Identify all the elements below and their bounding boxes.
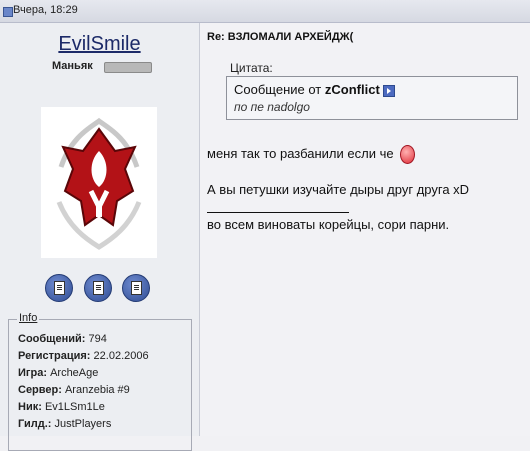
info-value: 22.02.2006 xyxy=(93,350,149,362)
profile-button[interactable] xyxy=(122,274,150,302)
info-label: Ник: xyxy=(18,401,42,413)
horde-emblem-icon xyxy=(41,107,157,258)
post-title: Re: ВЗЛОМАЛИ АРХЕЙДЖ( xyxy=(207,31,354,43)
signature-text: во всем виноваты корейцы, сори парни. xyxy=(207,217,450,232)
signature-divider xyxy=(207,212,349,213)
quote-icon xyxy=(93,281,104,295)
message-line-1: меня так то разбанили если че xyxy=(207,145,415,164)
info-value: JustPlayers xyxy=(54,418,112,430)
message-text: меня так то разбанили если че xyxy=(207,145,394,161)
info-row-server: Сервер: Aranzebia #9 xyxy=(18,384,130,396)
message-line-2: А вы петушки изучайте дыры друг друга xD xyxy=(207,182,470,197)
smiley-icon xyxy=(399,145,415,164)
post-date: Вчера, 18:29 xyxy=(13,4,78,16)
pm-button[interactable] xyxy=(45,274,73,302)
quote-button[interactable] xyxy=(84,274,112,302)
info-label: Игра: xyxy=(18,367,47,379)
post-header-bar: Вчера, 18:29 xyxy=(0,0,530,23)
info-value: 794 xyxy=(88,333,107,345)
view-post-arrow-icon[interactable] xyxy=(382,84,395,97)
info-label: Регистрация: xyxy=(18,350,91,362)
post-body: Re: ВЗЛОМАЛИ АРХЕЙДЖ( Цитата: Сообщение … xyxy=(200,23,530,436)
info-value: Aranzebia #9 xyxy=(64,384,130,396)
quote-prefix: Сообщение от xyxy=(234,82,322,97)
info-legend: Info xyxy=(17,312,40,324)
info-row-guild: Гилд.: JustPlayers xyxy=(18,418,111,430)
quote-box: Сообщение от zConflict по пе nadolgo xyxy=(226,76,518,120)
rank-badge xyxy=(104,62,152,73)
user-panel: EvilSmile Маньяк Info Сообщений: 794 Рег… xyxy=(0,23,200,451)
quote-text: по пе nadolgo xyxy=(234,100,310,114)
pm-icon xyxy=(54,281,65,295)
user-avatar[interactable] xyxy=(41,107,157,258)
info-row-game: Игра: ArcheAge xyxy=(18,367,98,379)
user-rank: Маньяк xyxy=(52,60,93,72)
quote-source: Сообщение от zConflict xyxy=(234,82,395,97)
username-link[interactable]: EvilSmile xyxy=(0,33,199,56)
profile-icon xyxy=(131,281,142,295)
user-info-box: Info Сообщений: 794 Регистрация: 22.02.2… xyxy=(8,312,192,451)
info-label: Гилд.: xyxy=(18,418,52,430)
post-icon xyxy=(3,7,13,17)
info-row-registration: Регистрация: 22.02.2006 xyxy=(18,350,149,362)
info-value: ArcheAge xyxy=(50,367,99,379)
info-label: Сообщений: xyxy=(18,333,86,345)
info-value: Ev1LSm1Le xyxy=(44,401,105,413)
info-label: Сервер: xyxy=(18,384,62,396)
info-row-nick: Ник: Ev1LSm1Le xyxy=(18,401,105,413)
info-row-posts: Сообщений: 794 xyxy=(18,333,107,345)
quote-author: zConflict xyxy=(324,82,380,97)
quote-label: Цитата: xyxy=(230,61,273,75)
